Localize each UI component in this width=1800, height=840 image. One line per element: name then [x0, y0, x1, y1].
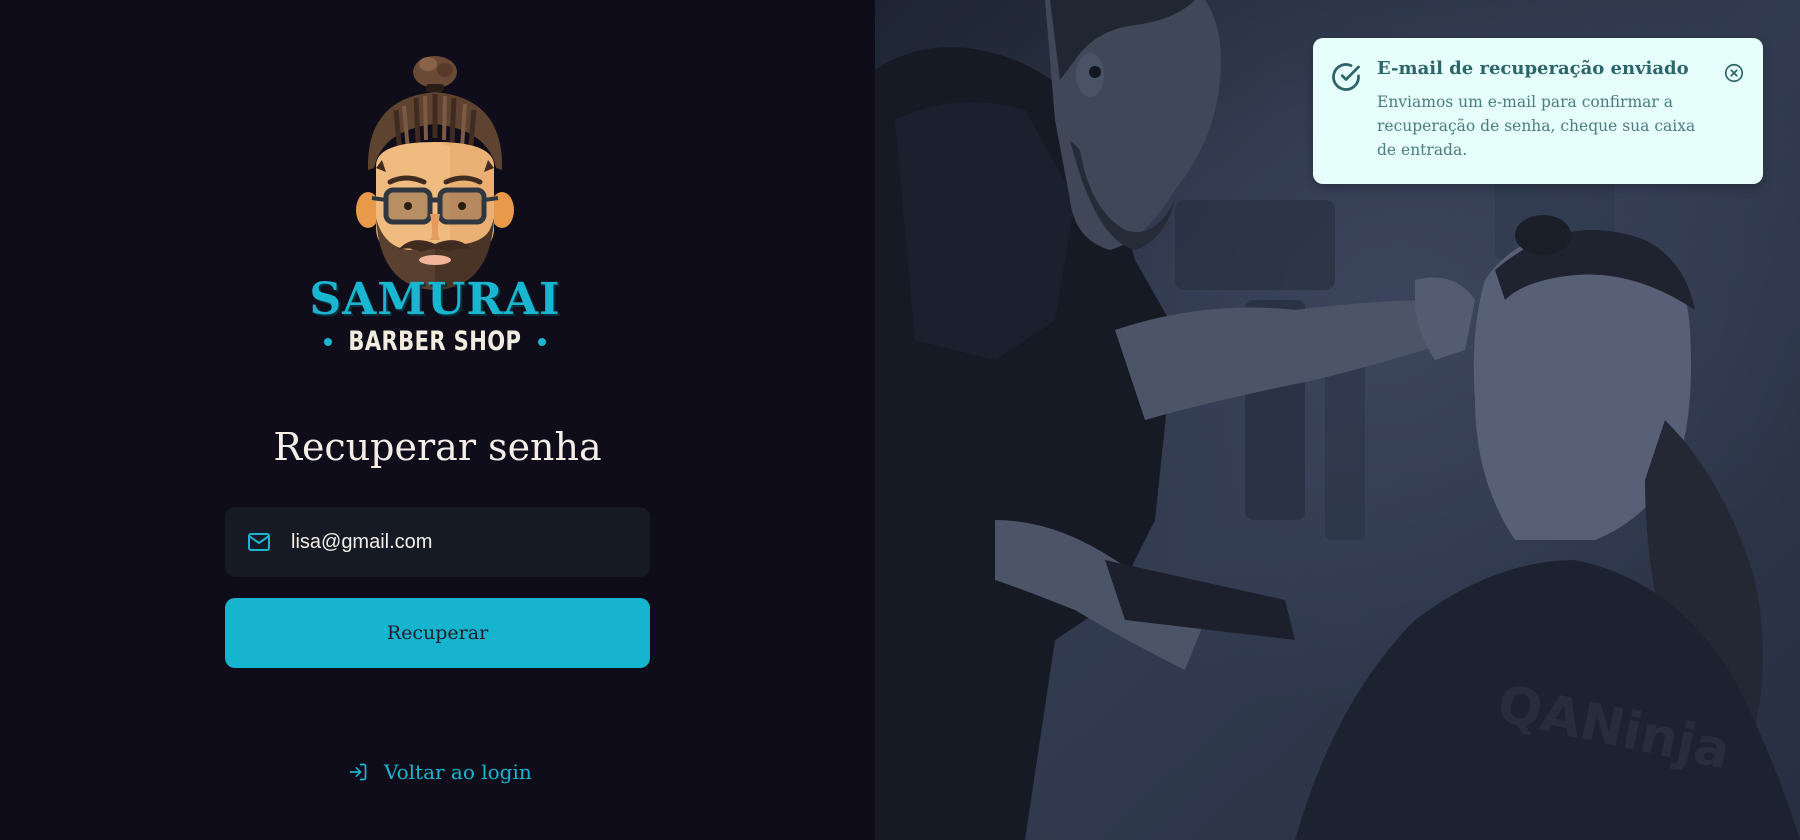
- success-toast: E-mail de recuperação enviado Enviamos u…: [1313, 38, 1763, 184]
- toast-message: Enviamos um e-mail para confirmar a recu…: [1377, 93, 1696, 159]
- form-panel: SAMURAI BARBER SHOP Recuperar senha Recu…: [0, 0, 875, 840]
- brand-tagline-row: BARBER SHOP: [300, 328, 570, 355]
- email-input[interactable]: [291, 530, 631, 554]
- toast-title: E-mail de recuperação enviado: [1377, 58, 1689, 79]
- back-to-login-link[interactable]: Voltar ao login: [348, 760, 532, 784]
- brand-logo: SAMURAI BARBER SHOP: [300, 50, 570, 370]
- back-to-login-label: Voltar ao login: [384, 760, 532, 784]
- mail-icon: [247, 530, 271, 554]
- brand-name: SAMURAI: [309, 274, 561, 325]
- x-circle-icon[interactable]: [1723, 62, 1745, 84]
- bearded-barber-mascot-logo: [356, 56, 514, 290]
- brand-dot-right: [537, 337, 546, 346]
- brand-dot-left: [324, 337, 333, 346]
- log-in-icon: [348, 762, 368, 782]
- brand-tagline: BARBER SHOP: [348, 326, 522, 357]
- page-title: Recuperar senha: [273, 425, 602, 469]
- check-circle-icon: [1331, 62, 1361, 92]
- email-field[interactable]: [225, 507, 650, 577]
- recover-password-page: SAMURAI BARBER SHOP Recuperar senha Recu…: [0, 0, 1800, 840]
- recover-button[interactable]: Recuperar: [225, 598, 650, 668]
